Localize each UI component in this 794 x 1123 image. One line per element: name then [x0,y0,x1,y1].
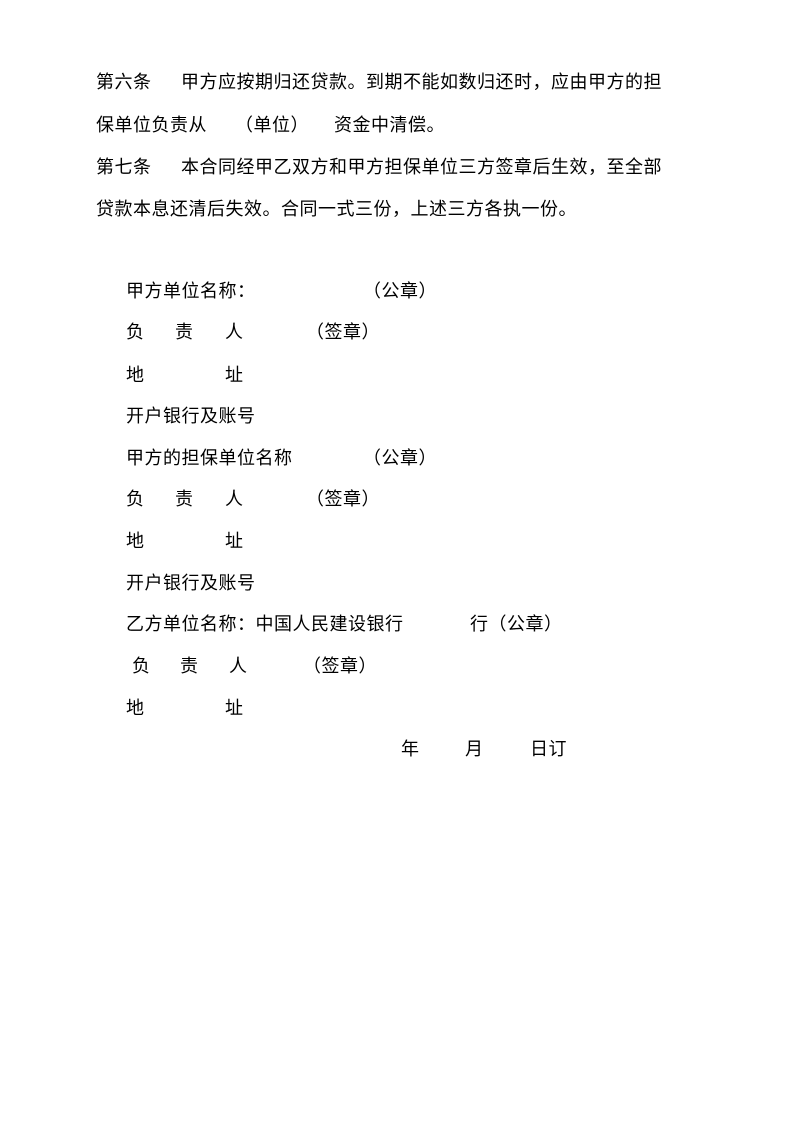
guarantor-rep-label-2: 责 [175,489,194,510]
guarantor-address-label-2: 址 [225,531,244,552]
guarantor-rep-label-1: 负 [126,489,145,510]
guarantor-rep-seal: （签章） [306,489,380,510]
party-b-rep-label-1: 负 [132,656,151,677]
article-6-heading: 第六条 [96,72,152,93]
party-a-rep-label-3: 人 [225,322,244,343]
article-7-line-2: 贷款本息还清后失效。合同一式三份，上述三方各执一份。 [96,199,577,220]
party-a-rep-label-1: 负 [126,322,145,343]
party-b-name-label: 乙方单位名称：中国人民建设银行 [126,614,404,635]
article-6-line-1: 甲方应按期归还贷款。到期不能如数归还时，应由甲方的担 [181,72,662,93]
party-b-rep-seal: （签章） [303,656,377,677]
party-a-bank-label: 开户银行及账号 [126,406,256,427]
article-6-line-2b: （单位） [235,115,309,136]
article-7-heading: 第七条 [96,157,152,178]
party-b-seal: 行（公章） [470,614,563,635]
guarantor-bank-label: 开户银行及账号 [126,573,256,594]
guarantor-address-label-1: 地 [126,531,145,552]
party-a-name-label: 甲方单位名称： [126,281,256,302]
guarantor-seal: （公章） [363,448,437,469]
guarantor-rep-label-3: 人 [225,489,244,510]
date-month: 月 [465,739,484,760]
party-b-address-label-2: 址 [225,698,244,719]
document-page: 第六条 甲方应按期归还贷款。到期不能如数归还时，应由甲方的担 保单位负责从 （单… [0,0,794,1123]
article-6-line-2a: 保单位负责从 [96,115,207,136]
party-a-address-label-2: 址 [225,365,244,386]
guarantor-name-label: 甲方的担保单位名称 [126,448,293,469]
party-b-rep-label-3: 人 [229,656,248,677]
party-b-rep-label-2: 责 [180,656,199,677]
party-b-address-label-1: 地 [126,698,145,719]
party-a-seal: （公章） [363,281,437,302]
party-a-address-label-1: 地 [126,365,145,386]
date-year: 年 [401,739,420,760]
party-a-rep-label-2: 责 [175,322,194,343]
article-7-line-1: 本合同经甲乙双方和甲方担保单位三方签章后生效，至全部 [181,157,662,178]
party-a-rep-seal: （签章） [306,322,380,343]
article-6-line-2c: 资金中清偿。 [334,115,445,136]
date-day: 日订 [530,739,567,760]
